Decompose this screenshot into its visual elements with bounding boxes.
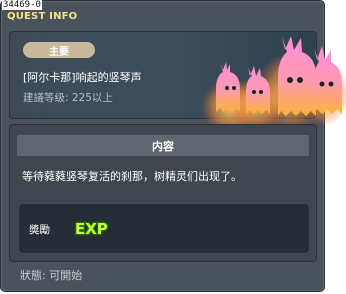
spirit-large xyxy=(278,36,316,116)
quest-category-tag: 主要 xyxy=(23,42,95,58)
reward-box: 奬勵 EXP xyxy=(18,203,310,254)
quest-banner: 主要 [阿尔卡那]响起的竖琴声 建議等级: 225以上 xyxy=(9,31,346,135)
exp-icon[interactable]: EXP xyxy=(73,217,109,239)
quest-name: [阿尔卡那]响起的竖琴声 xyxy=(23,71,142,84)
quest-status: 狀態: 可開始 xyxy=(20,269,83,282)
quest-id: 34469-0 xyxy=(2,0,42,10)
reward-label: 奬勵 xyxy=(29,224,50,236)
spirit-right xyxy=(313,46,342,114)
window-title: QUEST INFO xyxy=(7,11,78,22)
quest-description: 等待蕤蕤竖琴复活的刹那，树精灵们出现了。 xyxy=(22,170,242,183)
content-header: 内容 xyxy=(17,135,309,156)
spirit-small-left xyxy=(216,62,240,112)
quest-content-panel: 内容 等待蕤蕤竖琴复活的刹那，树精灵们出现了。 奬勵 EXP xyxy=(9,124,317,262)
quest-info-window: QUEST INFO 主要 [阿尔卡那]响起的竖琴声 建議等级: 225以上 内… xyxy=(0,0,346,292)
exp-text: EXP xyxy=(75,220,108,238)
level-requirement: 建議等级: 225以上 xyxy=(23,92,113,104)
